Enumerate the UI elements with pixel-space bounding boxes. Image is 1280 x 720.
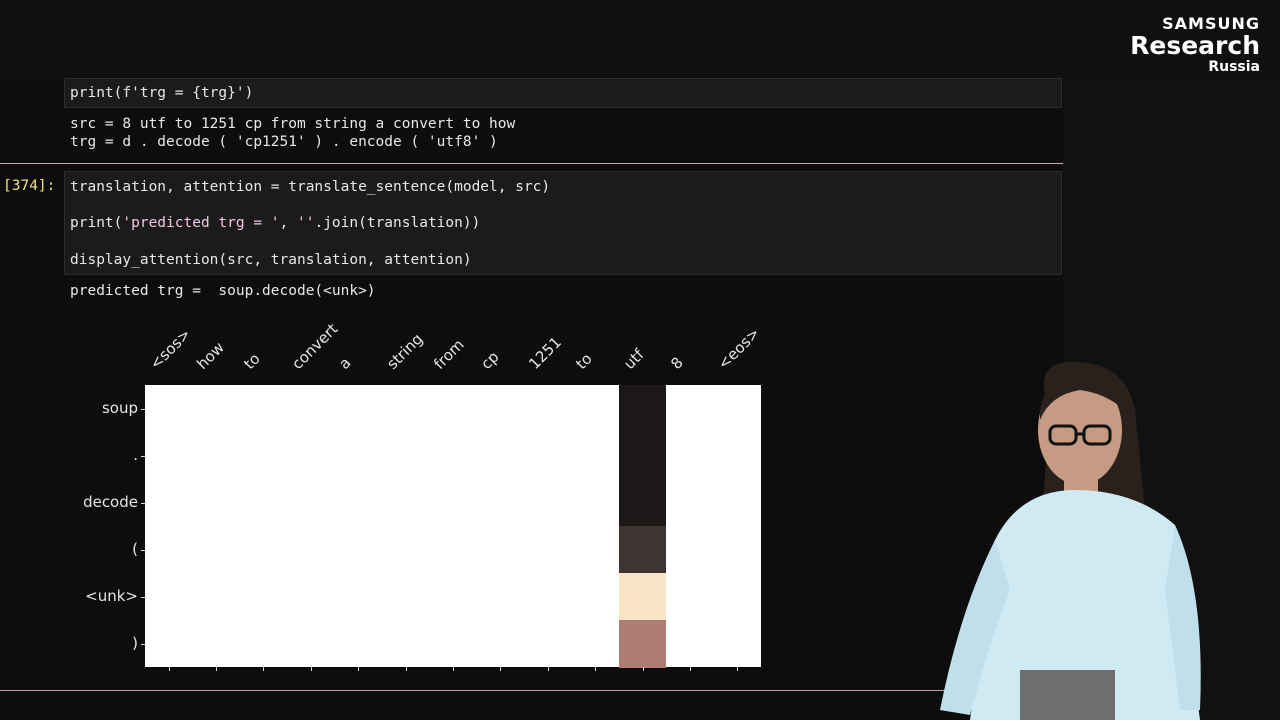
logo-research: Research bbox=[1130, 31, 1260, 60]
current-code-cell[interactable]: translation, attention = translate_sente… bbox=[64, 171, 1062, 275]
heatmap-cell bbox=[618, 573, 667, 621]
heatmap-cell bbox=[618, 620, 667, 668]
heatmap-x-tick bbox=[358, 667, 360, 671]
heatmap-x-tick bbox=[310, 667, 312, 671]
code-print-fn: print( bbox=[70, 215, 123, 231]
heatmap-cell bbox=[618, 526, 667, 574]
heatmap-column-label: cp bbox=[477, 347, 503, 373]
current-cell-output: predicted trg = soup.decode(<unk>) bbox=[64, 282, 1062, 300]
heatmap-y-tick bbox=[141, 502, 145, 504]
code-line-1: translation, attention = translate_sente… bbox=[70, 179, 551, 195]
heatmap-column-label: utf bbox=[619, 345, 648, 373]
code-line-3: display_attention(src, translation, atte… bbox=[70, 252, 472, 268]
heatmap-cell bbox=[618, 479, 667, 527]
code-string-literal: 'predicted trg = ' bbox=[122, 215, 280, 231]
previous-code-cell[interactable]: print(f'trg = {trg}') bbox=[64, 78, 1062, 108]
heatmap-row-label: ( bbox=[132, 539, 138, 558]
previous-cell-output: src = 8 utf to 1251 cp from string a con… bbox=[64, 115, 1062, 151]
heatmap-cell bbox=[618, 385, 667, 433]
cell-separator bbox=[0, 163, 1063, 164]
cell-prompt: [374]: bbox=[3, 178, 56, 194]
heatmap-x-tick bbox=[737, 667, 739, 671]
heatmap-x-tick bbox=[642, 667, 644, 671]
heatmap-column-label: a bbox=[335, 353, 355, 373]
code-empty-string: '' bbox=[297, 215, 315, 231]
predicted-output-line: predicted trg = soup.decode(<unk>) bbox=[70, 283, 376, 299]
code-join: .join(translation)) bbox=[314, 215, 481, 231]
output-line-src: src = 8 utf to 1251 cp from string a con… bbox=[70, 116, 516, 132]
heatmap-y-tick bbox=[141, 643, 145, 645]
code-comma: , bbox=[279, 215, 297, 231]
presenter-figure bbox=[940, 361, 1201, 720]
heatmap-x-tick bbox=[453, 667, 454, 671]
heatmap-x-tick bbox=[263, 667, 265, 671]
heatmap-y-tick bbox=[141, 408, 145, 410]
heatmap-y-tick bbox=[141, 455, 145, 457]
logo-russia: Russia bbox=[1208, 59, 1260, 75]
heatmap-column-label: convert bbox=[288, 319, 342, 373]
heatmap-x-tick bbox=[405, 667, 407, 671]
heatmap-x-tick bbox=[547, 667, 549, 671]
heatmap-row-label: ) bbox=[132, 633, 138, 652]
heatmap-row-label: decode bbox=[83, 492, 138, 511]
samsung-research-logo: SAMSUNG Research Russia bbox=[1130, 14, 1260, 75]
heatmap-plot-area bbox=[145, 385, 761, 668]
video-top-bar bbox=[0, 0, 1280, 80]
heatmap-row-label: <unk> bbox=[85, 586, 138, 605]
heatmap-column-label: to bbox=[240, 349, 265, 373]
previous-code-line: print(f'trg = {trg}') bbox=[70, 85, 254, 101]
heatmap-column-label: from bbox=[430, 335, 468, 373]
heatmap-column-label: <sos> bbox=[145, 324, 195, 373]
heatmap-x-tick bbox=[689, 667, 691, 671]
code-line-2: print('predicted trg = ', ''.join(transl… bbox=[70, 214, 480, 232]
heatmap-x-tick bbox=[595, 667, 597, 671]
heatmap-column-label: 8 bbox=[667, 353, 687, 373]
heatmap-column-label: 1251 bbox=[525, 333, 565, 373]
heatmap-x-tick bbox=[168, 667, 170, 671]
heatmap-x-tick bbox=[216, 667, 218, 671]
heatmap-column-label: <eos> bbox=[714, 323, 764, 373]
heatmap-cell bbox=[618, 432, 667, 480]
heatmap-column-label: how bbox=[193, 338, 228, 373]
heatmap-y-tick bbox=[141, 596, 145, 598]
heatmap-column-label: string bbox=[382, 329, 427, 373]
heatmap-column-label: to bbox=[572, 349, 596, 373]
heatmap-y-tick bbox=[141, 549, 145, 551]
attention-heatmap: <sos> how to convert a string from cp 1251 to utf 8… bbox=[0, 300, 800, 700]
heatmap-row-label: . bbox=[133, 445, 138, 464]
heatmap-x-tick bbox=[500, 667, 502, 671]
output-line-trg: trg = d . decode ( 'cp1251' ) . encode (… bbox=[70, 134, 498, 150]
heatmap-row-label: soup bbox=[101, 398, 138, 417]
